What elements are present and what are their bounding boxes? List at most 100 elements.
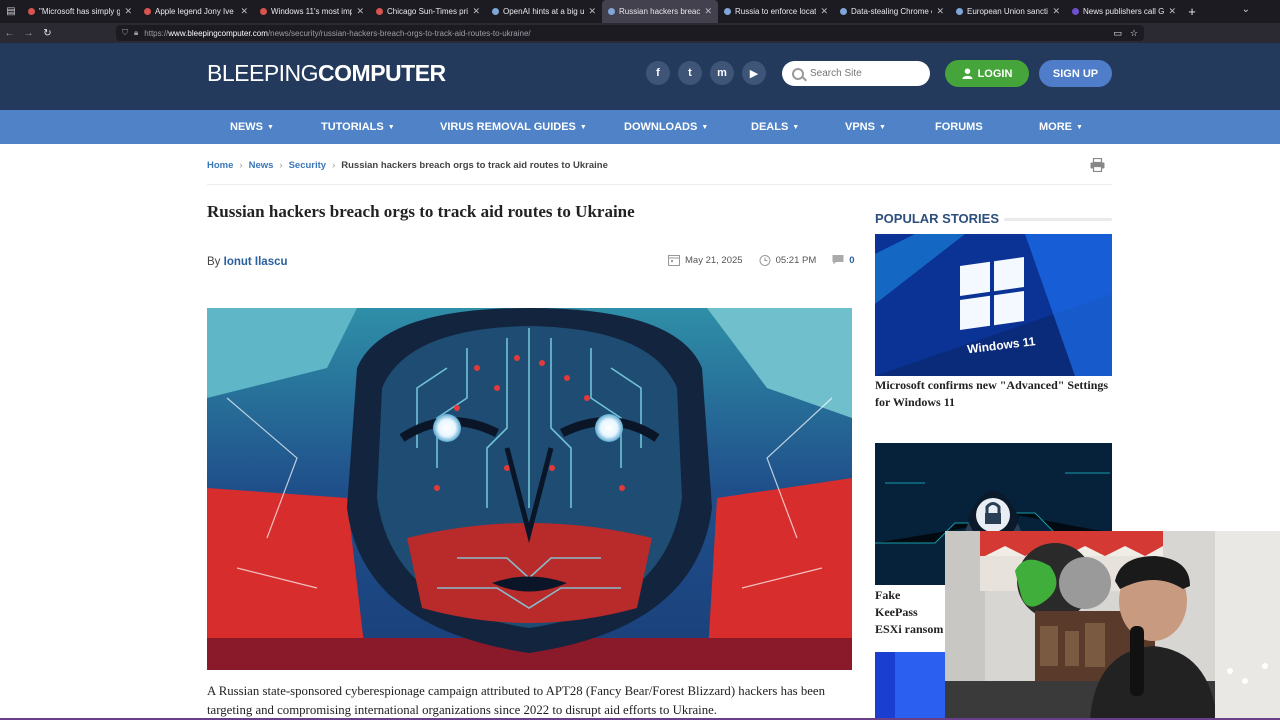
nav-item-more[interactable]: MORE ▼ [1039, 110, 1083, 144]
new-tab-icon[interactable]: + [1182, 4, 1202, 19]
comments-link[interactable]: 0 [832, 254, 855, 266]
forward-icon[interactable]: → [19, 28, 38, 39]
close-tab-icon[interactable]: ✕ [1168, 6, 1176, 17]
browser-tab[interactable]: Chicago Sun-Times prints✕ [370, 0, 486, 23]
lock-icon[interactable]: 🔒︎ [134, 28, 138, 38]
caret-down-icon: ▼ [579, 123, 587, 131]
url-text[interactable]: https://www.bleepingcomputer.com/news/se… [144, 29, 530, 38]
browser-tab[interactable]: Data-stealing Chrome exte ✕ [834, 0, 950, 23]
browser-toolbar: ← → ↻ ⛉ 🔒︎ https://www.bleepingcomputer.… [0, 23, 1280, 59]
tab-title: Russian hackers breach or [619, 7, 701, 16]
close-tab-icon[interactable]: ✕ [356, 6, 364, 17]
facebook-icon[interactable]: f [646, 61, 670, 85]
browser-tab[interactable]: OpenAI hints at a big upgr✕ [486, 0, 602, 23]
browser-tab-bar: ▤ "Microsoft has simply give✕Apple legen… [0, 0, 1280, 23]
nav-item-forums[interactable]: FORUMS [935, 110, 983, 144]
favicon-icon [376, 8, 383, 15]
nav-item-vpns[interactable]: VPNS ▼ [845, 110, 886, 144]
comment-count[interactable]: 0 [849, 255, 854, 266]
social-links: f t m ▶ [646, 61, 766, 85]
article-hero-image [207, 308, 852, 670]
nav-item-label: NEWS [230, 121, 263, 133]
tab-title: "Microsoft has simply give [39, 7, 121, 16]
tab-overview-icon[interactable]: ▤ [0, 0, 22, 23]
main-navigation: NEWS ▼ TUTORIALS ▼ VIRUS REMOVAL GUIDES ▼ DOWN… [0, 110, 1280, 144]
close-tab-icon[interactable]: ✕ [124, 6, 132, 17]
story-title-2[interactable]: Fake KeePass ESXi ransom [875, 587, 945, 638]
author-link[interactable]: Ionut Ilascu [224, 256, 288, 268]
login-button[interactable]: LOGIN [945, 60, 1029, 87]
search-box[interactable] [782, 61, 930, 86]
browser-tab[interactable]: Russian hackers breach or✕ [602, 0, 718, 23]
tab-title: Apple legend Jony Ive take [155, 7, 236, 16]
nav-item-label: MORE [1039, 121, 1072, 133]
comment-icon [832, 255, 844, 265]
breadcrumb-home[interactable]: Home [207, 160, 233, 171]
story-title-1[interactable]: Microsoft confirms new "Advanced" Settin… [875, 377, 1112, 411]
caret-down-icon: ▼ [387, 123, 395, 131]
browser-tab[interactable]: Windows 11's most import✕ [254, 0, 370, 23]
close-tab-icon[interactable]: ✕ [704, 6, 712, 17]
address-bar[interactable]: ⛉ 🔒︎ https://www.bleepingcomputer.com/ne… [116, 25, 1144, 41]
byline-prefix: By [207, 256, 221, 268]
article-time: 05:21 PM [775, 254, 817, 266]
popular-stories-heading: POPULAR STORIES [875, 211, 1000, 226]
browser-tab[interactable]: Russia to enforce location✕ [718, 0, 834, 23]
reader-view-icon[interactable]: ▭ [1113, 28, 1122, 39]
browser-tab[interactable]: European Union sanctions ✕ [950, 0, 1066, 23]
nav-item-news[interactable]: NEWS ▼ [230, 110, 274, 144]
close-tab-icon[interactable]: ✕ [936, 6, 944, 17]
browser-tab[interactable]: News publishers call Goog✕ [1066, 0, 1182, 23]
breadcrumb: Home › News › Security › Russian hackers… [207, 160, 608, 171]
search-input[interactable] [810, 68, 920, 79]
bookmark-star-icon[interactable]: ☆ [1130, 28, 1138, 39]
chevron-right-icon: › [279, 160, 283, 171]
favicon-icon [840, 8, 847, 15]
chevron-right-icon: › [239, 160, 243, 171]
heading-rule [1004, 218, 1112, 221]
youtube-icon[interactable]: ▶ [742, 61, 766, 85]
shield-icon[interactable]: ⛉ [122, 28, 128, 38]
close-tab-icon[interactable]: ✕ [820, 6, 828, 17]
signup-button[interactable]: SIGN UP [1039, 60, 1112, 87]
caret-down-icon: ▼ [1076, 123, 1083, 131]
nav-item-label: TUTORIALS [321, 121, 384, 133]
tab-list-chevron-icon[interactable]: ⌄ [1242, 4, 1250, 15]
tab-title: European Union sanctions [967, 7, 1048, 16]
browser-tab[interactable]: Apple legend Jony Ive take ✕ [138, 0, 254, 23]
close-tab-icon[interactable]: ✕ [1052, 6, 1060, 17]
article-meta: May 21, 2025 05:21 PM 0 [668, 254, 855, 266]
back-icon[interactable]: ← [0, 28, 19, 39]
story-image-1[interactable]: Windows 11 [875, 234, 1112, 376]
user-icon [962, 68, 973, 79]
nav-item-virus-removal-guides[interactable]: VIRUS REMOVAL GUIDES ▼ [440, 110, 587, 144]
favicon-icon [1072, 8, 1079, 15]
twitter-icon[interactable]: t [678, 61, 702, 85]
print-icon[interactable] [1090, 158, 1105, 172]
browser-tab[interactable]: "Microsoft has simply give✕ [22, 0, 138, 23]
divider [207, 184, 1112, 185]
tab-title: News publishers call Goog [1083, 7, 1165, 16]
webcam-overlay [945, 531, 1280, 720]
favicon-icon [608, 8, 615, 15]
nav-item-deals[interactable]: DEALS ▼ [751, 110, 799, 144]
nav-item-label: VIRUS REMOVAL GUIDES [440, 121, 576, 133]
reload-icon[interactable]: ↻ [38, 28, 57, 39]
caret-down-icon: ▼ [267, 123, 274, 131]
close-tab-icon[interactable]: ✕ [588, 6, 596, 17]
nav-item-label: DEALS [751, 121, 789, 133]
article-byline: By Ionut Ilascu [207, 256, 288, 268]
breadcrumb-news[interactable]: News [249, 160, 274, 171]
close-tab-icon[interactable]: ✕ [240, 6, 248, 17]
tab-title: Chicago Sun-Times prints [387, 7, 469, 16]
breadcrumb-security[interactable]: Security [289, 160, 327, 171]
mastodon-icon[interactable]: m [710, 61, 734, 85]
article-title: Russian hackers breach orgs to track aid… [207, 202, 635, 221]
nav-item-downloads[interactable]: DOWNLOADS ▼ [624, 110, 708, 144]
site-logo[interactable]: BLEEPINGCOMPUTER [207, 60, 446, 87]
site-header: BLEEPINGCOMPUTER ftm ▶ LOGIN SIGN UP [0, 43, 1280, 110]
nav-item-label: DOWNLOADS [624, 121, 698, 133]
nav-item-tutorials[interactable]: TUTORIALS ▼ [321, 110, 395, 144]
close-tab-icon[interactable]: ✕ [472, 6, 480, 17]
story-image-3[interactable] [875, 652, 945, 720]
